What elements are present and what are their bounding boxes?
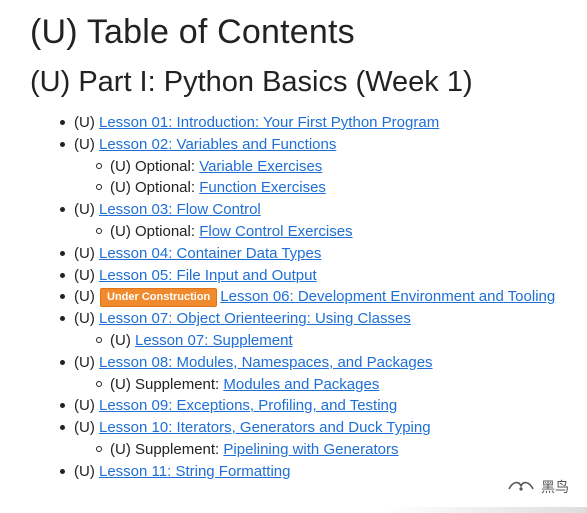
sub-list: (U) Optional: Variable Exercises (U) Opti…	[74, 156, 587, 200]
supplement-link[interactable]: Modules and Packages	[223, 376, 379, 393]
sub-list: (U) Supplement: Pipelining with Generato…	[74, 439, 587, 461]
toc-item: (U) Lesson 07: Object Orienteering: Usin…	[60, 308, 587, 352]
lesson-link[interactable]: Lesson 10: Iterators, Generators and Duc…	[99, 419, 431, 436]
sub-list: (U) Optional: Flow Control Exercises	[74, 221, 587, 243]
sub-item-prefix: (U) Supplement:	[110, 440, 220, 458]
sub-item: (U) Optional: Variable Exercises	[96, 156, 587, 178]
footer-edge	[387, 507, 587, 513]
sub-item: (U) Supplement: Pipelining with Generato…	[96, 439, 587, 461]
toc-item: (U) Lesson 04: Container Data Types	[60, 243, 587, 265]
classification-prefix: (U)	[74, 419, 95, 437]
classification-prefix: (U)	[74, 114, 95, 131]
sub-list: (U) Lesson 07: Supplement	[74, 330, 587, 352]
document: (U) Table of Contents (U) Part I: Python…	[0, 0, 587, 483]
lesson-link[interactable]: Lesson 08: Modules, Namespaces, and Pack…	[99, 354, 433, 371]
toc-item: (U) Lesson 10: Iterators, Generators and…	[60, 417, 587, 461]
classification-prefix: (U)	[74, 288, 95, 306]
lesson-link[interactable]: Lesson 09: Exceptions, Profiling, and Te…	[99, 397, 397, 414]
lesson-link[interactable]: Lesson 07: Object Orienteering: Using Cl…	[99, 310, 411, 327]
classification-prefix: (U)	[74, 244, 95, 262]
lesson-link[interactable]: Lesson 03: Flow Control	[99, 201, 261, 218]
watermark: 黑鸟	[507, 477, 569, 497]
toc-list: (U) Lesson 01: Introduction: Your First …	[30, 112, 587, 483]
sub-item-prefix: (U) Supplement:	[110, 375, 220, 393]
toc-item: (U) Lesson 03: Flow Control (U) Optional:…	[60, 199, 587, 243]
sub-item: (U) Optional: Flow Control Exercises	[96, 221, 587, 243]
classification-prefix: (U)	[74, 266, 95, 284]
lesson-link[interactable]: Lesson 05: File Input and Output	[99, 267, 317, 284]
lesson-link[interactable]: Lesson 01: Introduction: Your First Pyth…	[99, 114, 439, 131]
sub-item-prefix: (U) Optional:	[110, 222, 196, 240]
lesson-link[interactable]: Lesson 04: Container Data Types	[99, 245, 321, 262]
lesson-link[interactable]: Lesson 11: String Formatting	[99, 463, 290, 480]
lesson-link[interactable]: Lesson 06: Development Environment and T…	[220, 288, 555, 305]
supplement-link[interactable]: Variable Exercises	[199, 158, 322, 175]
lesson-link[interactable]: Lesson 02: Variables and Functions	[99, 136, 336, 153]
classification-prefix: (U)	[74, 135, 95, 153]
toc-item: (U) Lesson 01: Introduction: Your First …	[60, 112, 587, 134]
bird-logo-icon	[508, 481, 534, 491]
toc-item: (U) Lesson 08: Modules, Namespaces, and …	[60, 352, 587, 396]
watermark-text: 黑鸟	[541, 480, 569, 496]
sub-item-prefix: (U)	[110, 331, 131, 349]
supplement-link[interactable]: Flow Control Exercises	[199, 223, 352, 240]
sub-item-prefix: (U) Optional:	[110, 157, 196, 175]
classification-prefix: (U)	[74, 397, 95, 415]
sub-item: (U) Lesson 07: Supplement	[96, 330, 587, 352]
toc-item: (U) Lesson 05: File Input and Output	[60, 265, 587, 287]
sub-item: (U) Optional: Function Exercises	[96, 177, 587, 199]
supplement-link[interactable]: Pipelining with Generators	[223, 441, 398, 458]
toc-item: (U) Lesson 09: Exceptions, Profiling, an…	[60, 395, 587, 417]
under-construction-badge: Under Construction	[100, 288, 218, 308]
toc-item: (U) Under Construction Lesson 06: Develop…	[60, 286, 587, 308]
sub-item: (U) Supplement: Modules and Packages	[96, 374, 587, 396]
supplement-link[interactable]: Function Exercises	[199, 179, 326, 196]
page-title: (U) Table of Contents	[30, 13, 355, 51]
classification-prefix: (U)	[74, 201, 95, 219]
part-heading: (U) Part I: Python Basics (Week 1)	[30, 66, 473, 98]
sub-list: (U) Supplement: Modules and Packages	[74, 374, 587, 396]
classification-prefix: (U)	[74, 353, 95, 371]
toc-item: (U) Lesson 02: Variables and Functions (U…	[60, 134, 587, 199]
classification-prefix: (U)	[74, 310, 95, 328]
supplement-link[interactable]: Lesson 07: Supplement	[135, 332, 293, 349]
sub-item-prefix: (U) Optional:	[110, 179, 196, 197]
classification-prefix: (U)	[74, 462, 95, 480]
